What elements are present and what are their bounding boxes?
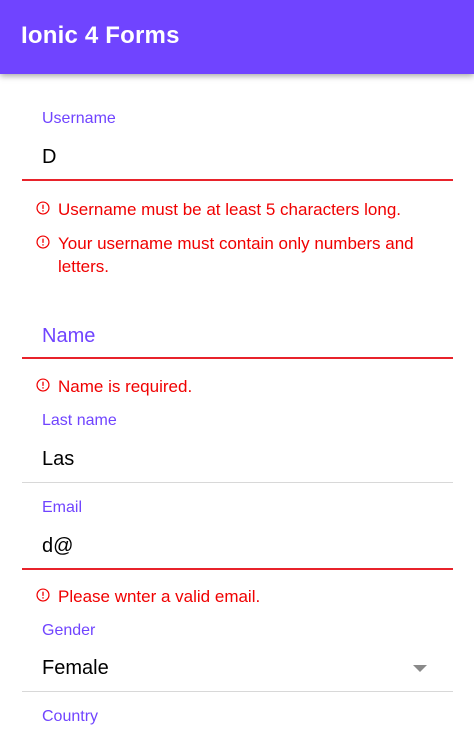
- alert-circle-icon: [36, 588, 50, 602]
- name-underline: [22, 357, 453, 359]
- gender-underline: [22, 691, 453, 692]
- username-underline: [22, 179, 453, 181]
- email-input[interactable]: d@: [42, 535, 432, 561]
- caret-down-icon[interactable]: [413, 665, 427, 672]
- last-name-input[interactable]: Las: [42, 448, 432, 474]
- email-label: Email: [42, 499, 83, 516]
- country-label: Country: [42, 708, 99, 725]
- gender-select[interactable]: Female: [22, 648, 453, 690]
- name-input[interactable]: [22, 318, 453, 356]
- email-underline: [22, 568, 453, 570]
- gender-selected-value: Female: [42, 657, 109, 679]
- gender-label: Gender: [42, 622, 96, 639]
- error-text: Username must be at least 5 characters l…: [58, 200, 401, 219]
- username-input[interactable]: D: [42, 146, 432, 172]
- page-title: Ionic 4 Forms: [21, 22, 180, 49]
- alert-circle-icon: [36, 201, 50, 215]
- last-name-underline: [22, 482, 453, 483]
- error-text: Name is required.: [58, 377, 193, 396]
- app-toolbar: Ionic 4 Forms: [0, 0, 474, 74]
- error-text: Please wnter a valid email.: [58, 587, 261, 606]
- last-name-label: Last name: [42, 412, 117, 429]
- alert-circle-icon: [36, 235, 50, 249]
- username-label: Username: [42, 110, 116, 127]
- error-text: Your username must contain only numbers …: [58, 234, 414, 276]
- alert-circle-icon: [36, 378, 50, 392]
